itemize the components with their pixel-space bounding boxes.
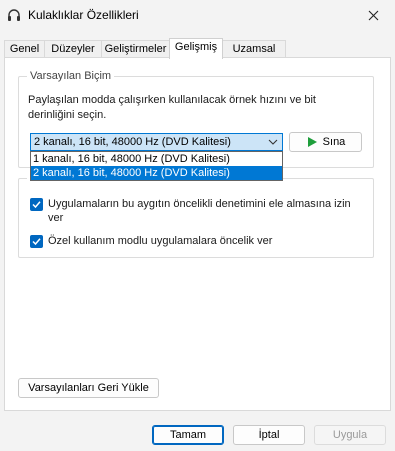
window-title: Kulaklıklar Özellikleri <box>28 8 139 22</box>
restore-defaults-button[interactable]: Varsayılanları Geri Yükle <box>18 378 159 398</box>
checkmark-icon <box>32 238 41 246</box>
apply-button[interactable]: Uygula <box>314 425 386 445</box>
chevron-down-icon <box>268 139 278 145</box>
format-selected-value: 2 kanalı, 16 bit, 48000 Hz (DVD Kalitesi… <box>34 136 231 148</box>
format-option[interactable]: 2 kanalı, 16 bit, 48000 Hz (DVD Kalitesi… <box>31 166 282 180</box>
test-button-label: Sına <box>322 136 346 148</box>
tab-gelismis[interactable]: Gelişmiş <box>169 38 223 59</box>
title-bar: Kulaklıklar Özellikleri <box>0 0 395 30</box>
exclusive-control-option[interactable]: Uygulamaların bu aygıtın öncelikli denet… <box>30 197 360 225</box>
format-combobox[interactable]: 2 kanalı, 16 bit, 48000 Hz (DVD Kalitesi… <box>30 133 283 151</box>
tab-uzamsal-ses[interactable]: Uzamsal ses <box>222 40 286 67</box>
close-button[interactable] <box>351 0 395 30</box>
default-format-legend: Varsayılan Biçim <box>27 70 115 82</box>
format-dropdown-list: 1 kanalı, 16 bit, 48000 Hz (DVD Kalitesi… <box>30 151 283 181</box>
checkmark-icon <box>32 201 41 209</box>
headphones-icon <box>8 9 20 21</box>
default-format-description: Paylaşılan modda çalışırken kullanılacak… <box>28 94 316 121</box>
exclusive-priority-checkbox[interactable] <box>30 235 43 248</box>
tab-genel[interactable]: Genel <box>4 40 45 58</box>
exclusive-priority-option[interactable]: Özel kullanım modlu uygulamalara öncelik… <box>30 234 360 248</box>
play-icon <box>307 137 317 147</box>
cancel-button[interactable]: İptal <box>233 425 305 445</box>
exclusive-control-checkbox[interactable] <box>30 198 43 211</box>
format-option[interactable]: 1 kanalı, 16 bit, 48000 Hz (DVD Kalitesi… <box>31 152 282 166</box>
ok-button[interactable]: Tamam <box>152 425 224 445</box>
close-icon <box>368 10 378 20</box>
exclusive-control-label: Uygulamaların bu aygıtın öncelikli denet… <box>48 198 351 224</box>
exclusive-priority-label: Özel kullanım modlu uygulamalara öncelik… <box>48 235 273 247</box>
tab-duzeyler[interactable]: Düzeyler <box>44 40 102 58</box>
tab-gelistirmeler[interactable]: Geliştirmeler <box>101 40 170 58</box>
test-button[interactable]: Sına <box>289 132 362 152</box>
